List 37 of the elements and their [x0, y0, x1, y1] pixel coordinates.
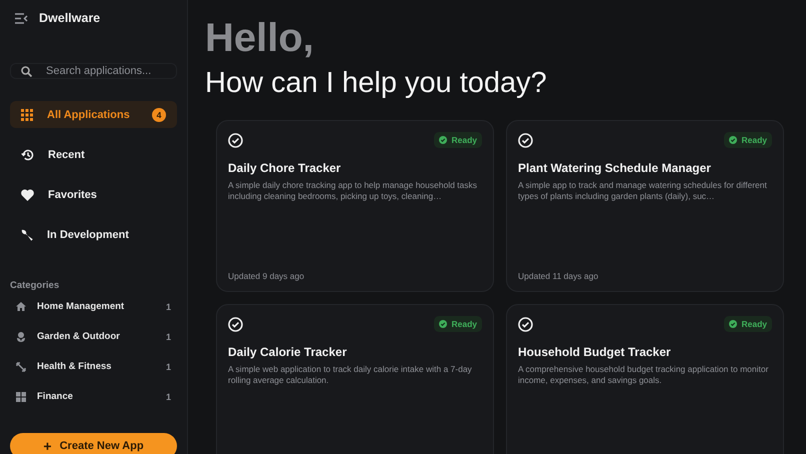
app-name: Dwellware [39, 11, 100, 25]
nav-item[interactable]: Recent [10, 141, 177, 168]
nav-item[interactable]: All Applications 4 [10, 101, 177, 128]
nav-item[interactable]: In Development [10, 221, 177, 248]
card-title: Plant Watering Schedule Manager [518, 161, 712, 175]
category-item[interactable]: Finance 1 [10, 389, 177, 404]
card-title: Daily Calorie Tracker [228, 345, 348, 359]
card-title: Daily Chore Tracker [228, 161, 342, 175]
count-badge: 4 [152, 108, 166, 122]
card-title: Household Budget Tracker [518, 345, 672, 359]
search-field[interactable]: Search applications... [10, 63, 177, 79]
category-item[interactable]: Garden & Outdoor 1 [10, 329, 177, 344]
card-description: A comprehensive household budget tracking application to monitor income, expenses, and savings goals. [518, 364, 770, 386]
status-label: Ready [741, 135, 767, 145]
status-label: Ready [451, 135, 477, 145]
greeting-subtitle: How can I help you today? [205, 66, 548, 100]
card-description: A simple daily chore tracking app to help manage household tasks including cleaning bedrooms, picking up toys, cleaning… [228, 180, 478, 202]
create-app-button[interactable]: + Create New App [10, 433, 177, 454]
app-card[interactable]: Ready Daily Chore Tracker A simple daily chore tracking app to help manage household tasks including cleaning bedrooms, picking up toys, cleaning… Updated 9 days ago [216, 120, 494, 292]
nav-item[interactable]: Favorites [10, 181, 177, 208]
card-description: A simple web application to track daily calorie intake with a 7-day rolling average calculation. [228, 364, 473, 386]
app-card[interactable]: Ready Plant Watering Schedule Manager A simple app to track and manage watering schedules for different types of plants including garden plants (daily), suc… Updated 11 days ago [506, 120, 784, 292]
card-description: A simple app to track and manage watering schedules for different types of plants including garden plants (daily), suc… [518, 180, 768, 202]
category-count: 1 [166, 392, 171, 402]
section-heading: Categories [10, 280, 60, 291]
app-card[interactable]: Ready Daily Calorie Tracker A simple web application to track daily calorie intake with a 7-day rolling average calculation. [216, 304, 494, 454]
updated-time: Updated 9 days ago [228, 271, 306, 281]
updated-time: Updated 11 days ago [518, 271, 600, 281]
category-item[interactable]: Home Management 1 [10, 299, 177, 314]
category-count: 1 [166, 332, 171, 342]
app-card[interactable]: Ready Household Budget Tracker A comprehensive household budget tracking application to monitor income, expenses, and savings goals. [506, 304, 784, 454]
greeting-heading: Hello, [205, 16, 315, 60]
category-count: 1 [166, 362, 171, 372]
category-item[interactable]: Health & Fitness 1 [10, 359, 177, 374]
category-count: 1 [166, 302, 171, 312]
status-label: Ready [451, 319, 477, 329]
status-label: Ready [741, 319, 767, 329]
